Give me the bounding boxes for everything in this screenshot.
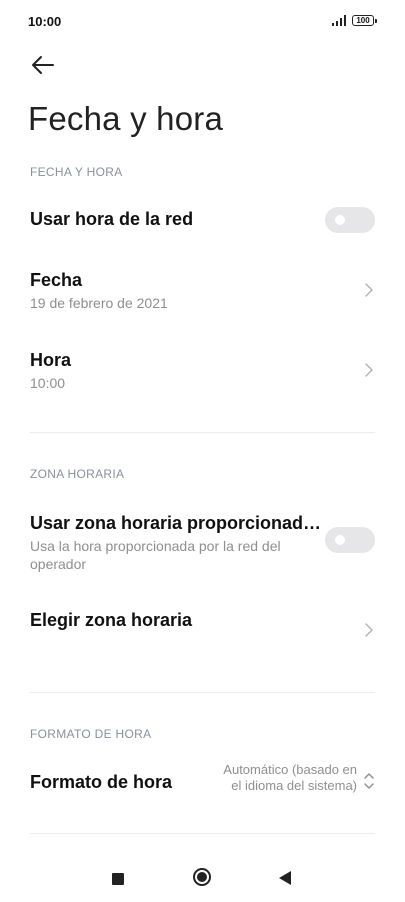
back-button[interactable] <box>28 50 58 80</box>
time-label: Hora <box>30 350 72 370</box>
divider <box>30 692 375 693</box>
time-row[interactable]: Hora 10:00 <box>0 342 405 402</box>
date-label: Fecha <box>30 270 83 290</box>
section-header-date-time: FECHA Y HORA <box>30 165 123 179</box>
time-format-label: Formato de hora <box>30 772 173 792</box>
toggle-knob <box>335 535 345 545</box>
network-time-row[interactable]: Usar hora de la red <box>0 200 405 240</box>
toggle-knob <box>335 215 345 225</box>
page-title: Fecha y hora <box>28 100 224 137</box>
date-value: 19 de febrero de 2021 <box>30 295 168 311</box>
battery-icon: 100 <box>352 15 377 26</box>
status-time: 10:00 <box>28 14 62 29</box>
network-zone-row[interactable]: Usar zona horaria proporcionad… Usa la h… <box>0 505 405 575</box>
network-time-toggle[interactable] <box>325 207 375 233</box>
section-header-time-zone: ZONA HORARIA <box>30 467 125 481</box>
time-value: 10:00 <box>30 375 66 391</box>
divider <box>30 432 375 433</box>
date-row[interactable]: Fecha 19 de febrero de 2021 <box>0 262 405 322</box>
recent-apps-button[interactable] <box>112 873 124 885</box>
system-back-button[interactable] <box>279 871 291 885</box>
time-format-value: Automático (basado en el idioma del sist… <box>223 762 357 793</box>
chevron-right-icon <box>365 623 373 637</box>
network-zone-label: Usar zona horaria proporcionad… <box>30 513 322 533</box>
status-bar: 10:00 100 <box>0 0 405 44</box>
signal-icon <box>332 15 346 26</box>
network-zone-toggle[interactable] <box>325 527 375 553</box>
home-button[interactable] <box>193 868 211 886</box>
section-header-time-format: FORMATO DE HORA <box>30 727 152 741</box>
network-time-label: Usar hora de la red <box>30 209 194 229</box>
arrow-left-icon <box>32 56 54 74</box>
chevron-right-icon <box>365 283 373 297</box>
divider <box>30 833 375 834</box>
network-zone-description: Usa la hora proporcionada por la red del… <box>30 538 281 572</box>
chevron-up-down-icon[interactable] <box>362 771 376 791</box>
choose-zone-label: Elegir zona horaria <box>30 610 193 630</box>
choose-zone-row[interactable]: Elegir zona horaria <box>0 602 405 656</box>
chevron-right-icon <box>365 363 373 377</box>
